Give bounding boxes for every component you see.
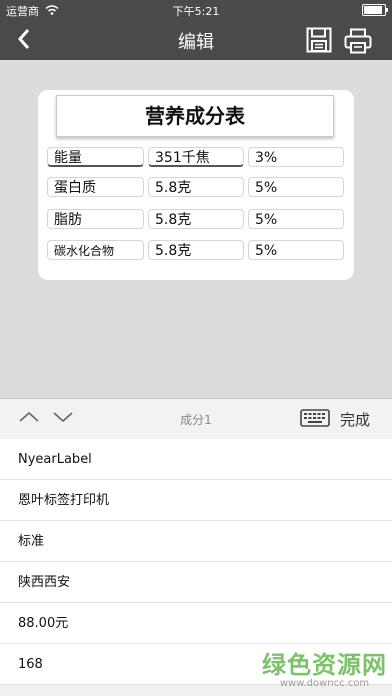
watermark: 绿色资源网 www.downcc.com <box>262 645 387 689</box>
watermark-url: www.downcc.com <box>279 678 370 689</box>
list-item[interactable]: 陕西西安 <box>0 562 392 603</box>
current-field-label: 成分1 <box>180 413 212 427</box>
cell-amount-3[interactable]: 5.8克 <box>148 209 244 229</box>
list-item[interactable]: 88.00元 <box>0 603 392 644</box>
list-item[interactable]: 标准 <box>0 521 392 562</box>
save-icon <box>306 27 332 53</box>
cell-name-1[interactable]: 能量 <box>47 147 144 167</box>
list-item[interactable]: 恩叶标签打印机 <box>0 480 392 521</box>
label-canvas: 营养成分表 能量 351千焦 3% 蛋白质 5.8克 5% 脂肪 5.8克 5%… <box>0 60 392 398</box>
save-button[interactable] <box>306 27 332 57</box>
cell-amount-2[interactable]: 5.8克 <box>148 177 244 197</box>
watermark-main: 绿色资源网 <box>262 651 387 679</box>
cell-amount-1[interactable]: 351千焦 <box>148 147 244 167</box>
keyboard-toggle-button[interactable] <box>300 409 330 431</box>
battery-icon <box>362 4 388 16</box>
status-time: 下午5:21 <box>172 5 220 18</box>
input-accessory-bar: 成分1 完成 <box>0 398 392 440</box>
page-title: 编辑 <box>178 32 214 53</box>
cell-name-3[interactable]: 脂肪 <box>47 209 144 229</box>
list-item[interactable]: NyearLabel <box>0 439 392 480</box>
print-button[interactable] <box>344 28 372 58</box>
cell-percent-2[interactable]: 5% <box>248 177 344 197</box>
status-bar: 运营商 下午5:21 <box>0 0 392 20</box>
cell-name-2[interactable]: 蛋白质 <box>47 177 144 197</box>
cell-percent-1[interactable]: 3% <box>248 147 344 167</box>
cell-percent-4[interactable]: 5% <box>248 240 344 260</box>
keyboard-icon <box>300 409 330 427</box>
cell-amount-4[interactable]: 5.8克 <box>148 240 244 260</box>
nav-bar: 编辑 <box>0 20 392 60</box>
label-title[interactable]: 营养成分表 <box>56 95 334 137</box>
printer-icon <box>344 28 372 54</box>
cell-name-4[interactable]: 碳水化合物 <box>47 240 144 260</box>
done-button[interactable]: 完成 <box>340 409 370 430</box>
label-preview: 营养成分表 能量 351千焦 3% 蛋白质 5.8克 5% 脂肪 5.8克 5%… <box>38 90 354 280</box>
cell-percent-3[interactable]: 5% <box>248 209 344 229</box>
